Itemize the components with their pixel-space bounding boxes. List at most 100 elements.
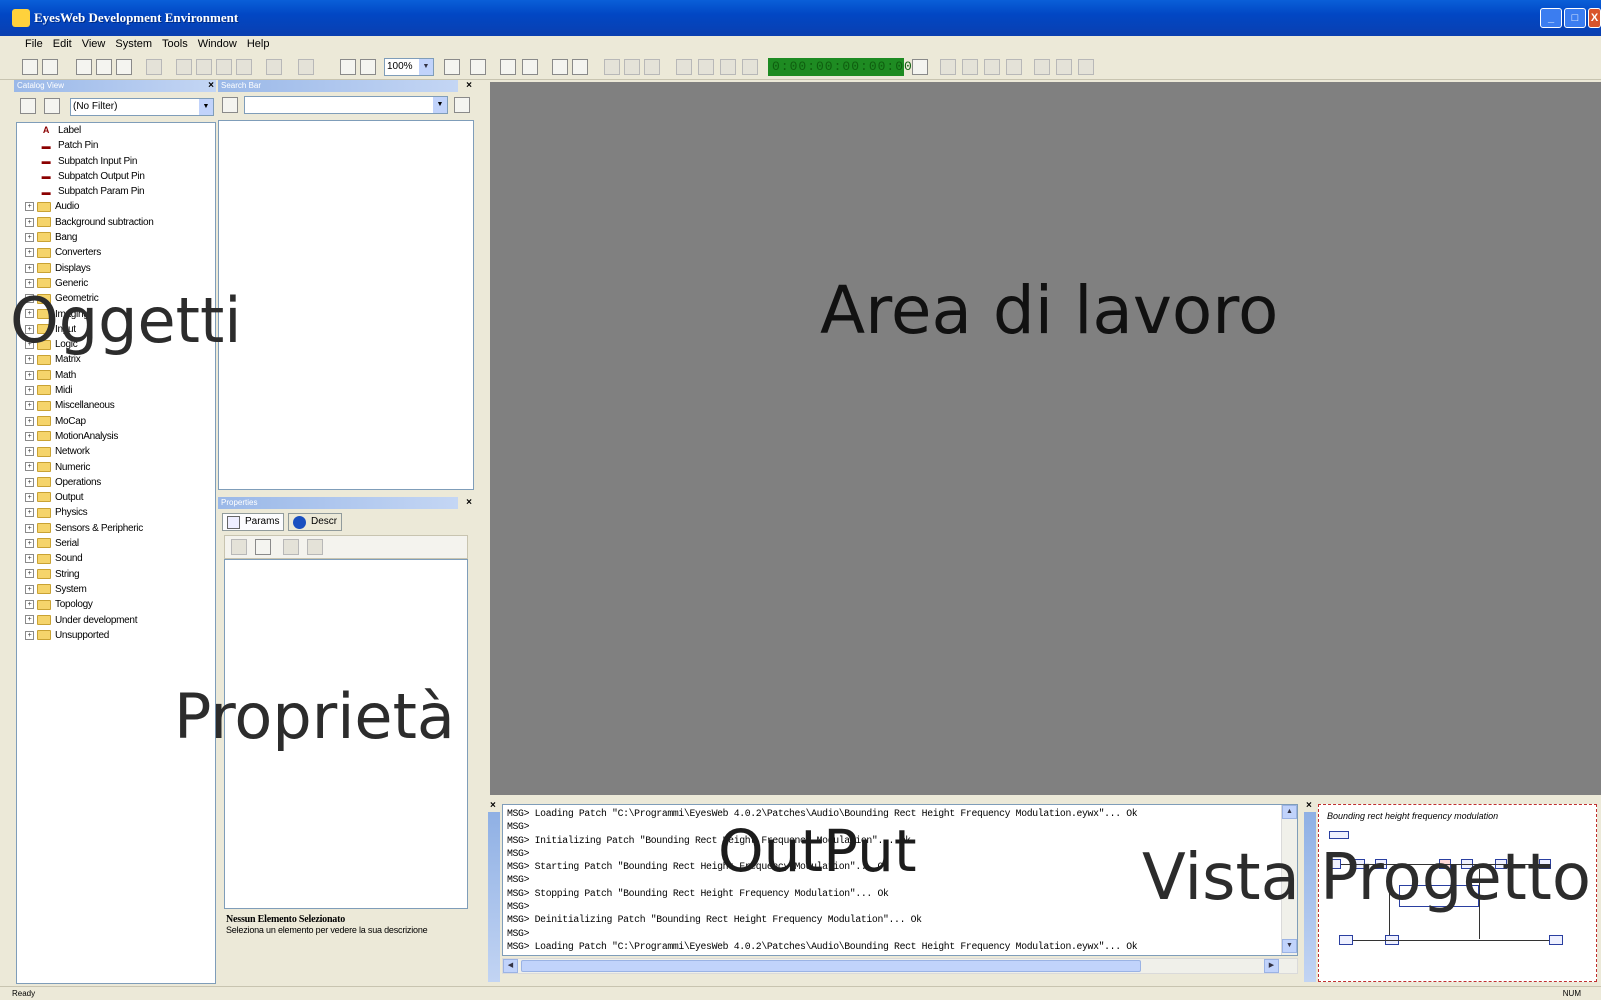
tab-params[interactable]: Params (222, 513, 285, 531)
expand-icon[interactable]: + (25, 569, 34, 579)
expand-icon[interactable]: + (25, 630, 34, 640)
menu-tools[interactable]: Tools (157, 36, 193, 52)
catalog-icon[interactable] (20, 98, 36, 114)
tree-folder-audio[interactable]: + Audio (17, 199, 215, 214)
menu-file[interactable]: File (20, 36, 48, 52)
expand-icon[interactable]: + (25, 401, 34, 411)
output-side-tab[interactable] (488, 812, 500, 982)
open-icon[interactable] (42, 59, 58, 75)
search-icon[interactable] (454, 97, 470, 113)
undo-icon[interactable] (266, 59, 282, 75)
layout-icon[interactable] (940, 59, 956, 75)
tree-folder-bang[interactable]: + Bang (17, 230, 215, 245)
project-view-close-icon[interactable]: × (1306, 800, 1312, 811)
tab-descr[interactable]: Descr (288, 513, 343, 531)
output-horizontal-scrollbar[interactable]: ◀ ▶ (502, 958, 1298, 974)
save-all-icon[interactable] (116, 59, 132, 75)
tree-folder-miscellaneous[interactable]: + Miscellaneous (17, 398, 215, 413)
menu-system[interactable]: System (110, 36, 157, 52)
save-as-icon[interactable] (96, 59, 112, 75)
subpatch-icon[interactable] (522, 59, 538, 75)
redo-icon[interactable] (298, 59, 314, 75)
unlink-icon[interactable] (572, 59, 588, 75)
help-icon[interactable] (307, 539, 323, 555)
tree-item-subpatch-output-pin[interactable]: ▬ Subpatch Output Pin (17, 169, 215, 184)
expand-icon[interactable]: + (25, 538, 34, 548)
expand-icon[interactable]: + (25, 447, 34, 457)
align-center-icon[interactable] (624, 59, 640, 75)
cut-icon[interactable] (176, 59, 192, 75)
expand-icon[interactable]: + (25, 263, 34, 273)
work-area[interactable] (490, 82, 1601, 795)
expand-icon[interactable]: + (25, 232, 34, 242)
tree-folder-physics[interactable]: + Physics (17, 505, 215, 520)
expand-icon[interactable]: + (25, 523, 34, 533)
tree-folder-sound[interactable]: + Sound (17, 551, 215, 566)
close-button[interactable]: X (1588, 8, 1601, 28)
step-icon[interactable] (698, 59, 714, 75)
scroll-up-icon[interactable]: ▲ (1282, 805, 1297, 819)
save-icon[interactable] (76, 59, 92, 75)
menu-help[interactable]: Help (242, 36, 275, 52)
align-left-icon[interactable] (604, 59, 620, 75)
scroll-left-icon[interactable]: ◀ (503, 959, 518, 973)
tree-item-subpatch-param-pin[interactable]: ▬ Subpatch Param Pin (17, 184, 215, 199)
filter-icon[interactable] (44, 98, 60, 114)
tree-folder-topology[interactable]: + Topology (17, 597, 215, 612)
pause-icon[interactable] (720, 59, 736, 75)
zoom-in-icon[interactable] (340, 59, 356, 75)
sort-alpha-icon[interactable] (255, 539, 271, 555)
expand-icon[interactable]: + (25, 462, 34, 472)
tree-folder-operations[interactable]: + Operations (17, 475, 215, 490)
stop-icon[interactable] (742, 59, 758, 75)
tree-folder-system[interactable]: + System (17, 582, 215, 597)
minimize-button[interactable]: _ (1540, 8, 1562, 28)
print-icon[interactable] (146, 59, 162, 75)
link-icon[interactable] (552, 59, 568, 75)
tree-folder-mocap[interactable]: + MoCap (17, 414, 215, 429)
properties-close-icon[interactable]: × (466, 497, 472, 508)
expand-icon[interactable]: + (25, 615, 34, 625)
expand-icon[interactable]: + (25, 370, 34, 380)
tree-folder-midi[interactable]: + Midi (17, 383, 215, 398)
tree-folder-motionanalysis[interactable]: + MotionAnalysis (17, 429, 215, 444)
tree-item-label[interactable]: A Label (17, 123, 215, 138)
window-3-icon[interactable] (1078, 59, 1094, 75)
menu-window[interactable]: Window (193, 36, 242, 52)
property-pages-icon[interactable] (283, 539, 299, 555)
menu-edit[interactable]: Edit (48, 36, 77, 52)
window-2-icon[interactable] (1056, 59, 1072, 75)
menu-view[interactable]: View (77, 36, 111, 52)
help-icon[interactable] (470, 59, 486, 75)
layout-4-icon[interactable] (1006, 59, 1022, 75)
tree-item-patch-pin[interactable]: ▬ Patch Pin (17, 138, 215, 153)
expand-icon[interactable]: + (25, 477, 34, 487)
tree-folder-displays[interactable]: + Displays (17, 261, 215, 276)
scroll-right-icon[interactable]: ▶ (1264, 959, 1279, 973)
categorized-icon[interactable] (231, 539, 247, 555)
expand-icon[interactable]: + (25, 248, 34, 258)
copy-icon[interactable] (196, 59, 212, 75)
tree-folder-background-subtraction[interactable]: + Background subtraction (17, 215, 215, 230)
layout-3-icon[interactable] (984, 59, 1000, 75)
expand-icon[interactable]: + (25, 508, 34, 518)
maximize-button[interactable]: □ (1564, 8, 1586, 28)
expand-icon[interactable]: + (25, 431, 34, 441)
tree-item-subpatch-input-pin[interactable]: ▬ Subpatch Input Pin (17, 154, 215, 169)
catalog-close-icon[interactable]: × (208, 80, 214, 91)
zoom-select[interactable]: 100% ▼ (384, 58, 434, 76)
search-close-icon[interactable]: × (466, 80, 472, 91)
search-input[interactable]: ▼ (244, 96, 448, 114)
edit-patch-icon[interactable] (444, 59, 460, 75)
tree-folder-math[interactable]: + Math (17, 368, 215, 383)
align-right-icon[interactable] (644, 59, 660, 75)
tree-folder-string[interactable]: + String (17, 567, 215, 582)
layout-2-icon[interactable] (962, 59, 978, 75)
scroll-down-icon[interactable]: ▼ (1282, 939, 1297, 953)
new-icon[interactable] (22, 59, 38, 75)
tree-folder-unsupported[interactable]: + Unsupported (17, 628, 215, 643)
output-close-icon[interactable]: × (490, 800, 496, 811)
tree-folder-under-development[interactable]: + Under development (17, 613, 215, 628)
paste-icon[interactable] (216, 59, 232, 75)
insert-block-icon[interactable] (500, 59, 516, 75)
